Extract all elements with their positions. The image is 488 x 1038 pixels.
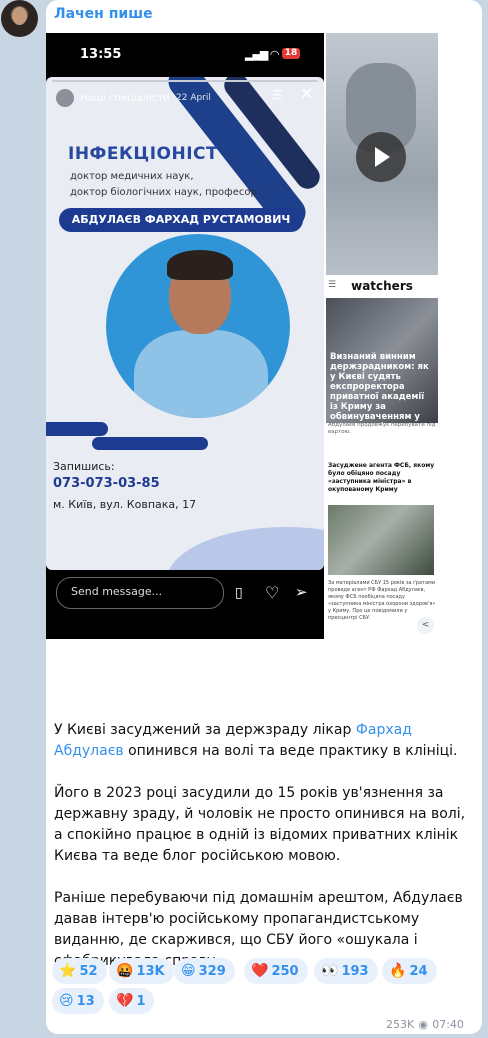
channel-avatar[interactable] bbox=[1, 0, 38, 37]
reaction-broken-heart[interactable]: 💔 1 bbox=[109, 988, 155, 1014]
reaction-heart[interactable]: ❤️ 250 bbox=[244, 958, 308, 984]
reaction-eyes[interactable]: 👀 193 bbox=[314, 958, 378, 984]
story-progress-bar bbox=[52, 80, 318, 82]
send-message-input: Send message... bbox=[56, 577, 224, 609]
send-message-placeholder: Send message... bbox=[71, 585, 163, 598]
story-account: Наші спеціалісти bbox=[80, 93, 170, 104]
news-brand: watchers bbox=[351, 279, 413, 293]
menu-icon: ☰ bbox=[272, 88, 283, 102]
battery-icon: 18 bbox=[282, 48, 300, 59]
message-author[interactable]: Лачен пише bbox=[54, 6, 153, 22]
degree-line-2: доктор біологічних наук, професор bbox=[70, 187, 257, 198]
heart-icon: ♡ bbox=[265, 583, 280, 602]
doctor-name: АБДУЛАЄВ ФАРХАД РУСТАМОВИЧ bbox=[59, 208, 303, 232]
message-meta: 253K ◉ 07:40 bbox=[386, 1018, 464, 1031]
video-thumbnail[interactable] bbox=[326, 33, 438, 275]
news-screenshot[interactable]: ☰ watchers Визнаний винним держзрадником… bbox=[326, 277, 438, 637]
degree-line-1: доктор медичних наук, bbox=[70, 171, 194, 182]
signal-wifi-icon: ▂▄▆ ◠ bbox=[245, 48, 279, 61]
reaction-angry[interactable]: 🤬 13K bbox=[109, 958, 174, 984]
status-time: 13:55 bbox=[80, 47, 122, 62]
views-count: 253K bbox=[386, 1018, 415, 1031]
eye-icon: ◉ bbox=[418, 1018, 429, 1031]
reaction-star[interactable]: ⭐ 52 bbox=[52, 958, 107, 984]
send-icon: ➢ bbox=[295, 583, 308, 601]
news-headline: Визнаний винним держзрадником: як у Києв… bbox=[330, 352, 429, 432]
reaction-grin[interactable]: 😁 329 bbox=[174, 958, 235, 984]
share-icon[interactable]: < bbox=[417, 617, 434, 634]
account-avatar bbox=[56, 89, 74, 107]
message-time: 07:40 bbox=[432, 1018, 464, 1031]
reaction-fire[interactable]: 🔥 24 bbox=[382, 958, 437, 984]
play-icon[interactable] bbox=[356, 132, 406, 182]
message-bubble: Лачен пише 13:55 ▂▄▆ ◠ 18 Наші спеціаліс… bbox=[46, 0, 482, 1034]
post-paragraph-1: У Києві засуджений за держзраду лікар Фа… bbox=[54, 722, 458, 759]
close-icon: ✕ bbox=[300, 84, 314, 103]
news-image-2 bbox=[328, 505, 434, 575]
doctor-photo bbox=[106, 234, 290, 418]
phone-status-bar: 13:55 ▂▄▆ ◠ 18 bbox=[46, 33, 324, 73]
clinic-phone: 073-073-03-85 bbox=[53, 476, 160, 491]
news-paragraph: За матеріалами СБУ 15 років за ґратами п… bbox=[328, 580, 436, 621]
doctor-specialty: ІНФЕКЦІОНІСТ bbox=[68, 144, 219, 164]
story-card: Наші спеціалісти 22 April ☰ ✕ ІНФЕКЦІОНІ… bbox=[46, 77, 324, 570]
story-date: 22 April bbox=[176, 93, 211, 103]
signup-label: Запишись: bbox=[53, 460, 115, 473]
news-headline-2: Засуджене агента ФСБ, якому було обіцяно… bbox=[328, 462, 435, 493]
news-caption: Абдулаєв продовжує перебувати під вартою… bbox=[328, 422, 436, 435]
reaction-cry[interactable]: 😢 13 bbox=[52, 988, 104, 1014]
story-screenshot[interactable]: 13:55 ▂▄▆ ◠ 18 Наші спеціалісти 22 April… bbox=[46, 33, 324, 639]
copy-icon: ▯ bbox=[235, 585, 243, 601]
post-paragraph-2: Його в 2023 році засудили до 15 років ув… bbox=[54, 785, 466, 864]
clinic-address: м. Київ, вул. Ковпака, 17 bbox=[53, 498, 197, 511]
